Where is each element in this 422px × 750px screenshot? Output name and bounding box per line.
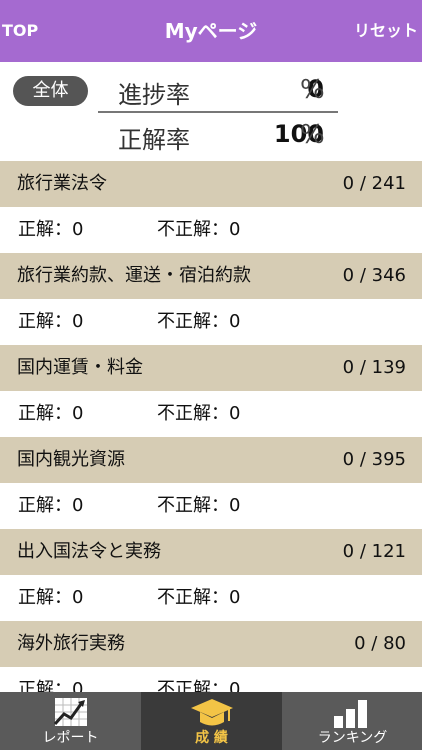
category-name: 出入国法令と実務 [17,541,161,562]
result-row: 正解：0 不正解：0 [0,575,422,621]
category-name: 旅行業約款、運送・宿泊約款 [17,265,251,286]
category-name: 海外旅行実務 [17,633,125,654]
summary-divider [98,111,338,113]
category-count: 0 / 121 [342,541,406,562]
tab-bar: レポート 成 績 ランキング [0,692,422,750]
result-row: 正解：0 不正解：0 [0,207,422,253]
category-count: 0 / 346 [342,265,406,286]
correct-count: 正解：0 [18,219,84,240]
correct-count: 正解：0 [18,311,84,332]
category-row[interactable]: 国内観光資源 0 / 395 [0,437,422,483]
correct-count: 正解：0 [18,679,84,692]
category-row[interactable]: 海外旅行実務 0 / 80 [0,621,422,667]
category-row[interactable]: 旅行業法令 0 / 241 [0,161,422,207]
progress-unit: % [300,75,325,105]
result-row: 正解：0 不正解：0 [0,667,422,692]
correct-count: 正解：0 [18,495,84,516]
bar-chart-icon [333,700,367,728]
header-bar: TOP Myページ リセット [0,0,422,62]
tab-ranking[interactable]: ランキング [282,692,422,750]
result-row: 正解：0 不正解：0 [0,391,422,437]
correct-count: 正解：0 [18,403,84,424]
incorrect-count: 不正解：0 [157,403,241,424]
category-count: 0 / 80 [354,633,406,654]
tab-grades-label: 成 績 [195,730,228,746]
category-name: 国内運賃・料金 [17,357,143,378]
category-count: 0 / 139 [342,357,406,378]
incorrect-count: 不正解：0 [157,587,241,608]
progress-label: 進捗率 [118,81,190,109]
category-row[interactable]: 旅行業約款、運送・宿泊約款 0 / 346 [0,253,422,299]
correct-count: 正解：0 [18,587,84,608]
category-count: 0 / 395 [342,449,406,470]
incorrect-count: 不正解：0 [157,311,241,332]
incorrect-count: 不正解：0 [157,219,241,240]
report-chart-icon [53,698,87,726]
tab-report-label: レポート [42,730,99,746]
category-count: 0 / 241 [342,173,406,194]
incorrect-count: 不正解：0 [157,495,241,516]
all-badge[interactable]: 全体 [13,76,88,106]
tab-ranking-label: ランキング [317,730,388,746]
category-row[interactable]: 国内運賃・料金 0 / 139 [0,345,422,391]
tab-grades[interactable]: 成 績 [141,692,282,750]
category-name: 旅行業法令 [17,173,107,194]
category-name: 国内観光資源 [17,449,125,470]
accuracy-unit: % [300,120,325,150]
graduation-cap-icon [190,699,233,726]
category-list[interactable]: 旅行業法令 0 / 241 正解：0 不正解：0 旅行業約款、運送・宿泊約款 0… [0,161,422,692]
category-row[interactable]: 出入国法令と実務 0 / 121 [0,529,422,575]
summary-panel: 全体 進捗率 0 % 正解率 100 % [0,62,422,161]
reset-button[interactable]: リセット [354,0,418,62]
result-row: 正解：0 不正解：0 [0,483,422,529]
incorrect-count: 不正解：0 [157,679,241,692]
accuracy-label: 正解率 [118,126,190,154]
tab-report[interactable]: レポート [0,692,141,750]
result-row: 正解：0 不正解：0 [0,299,422,345]
